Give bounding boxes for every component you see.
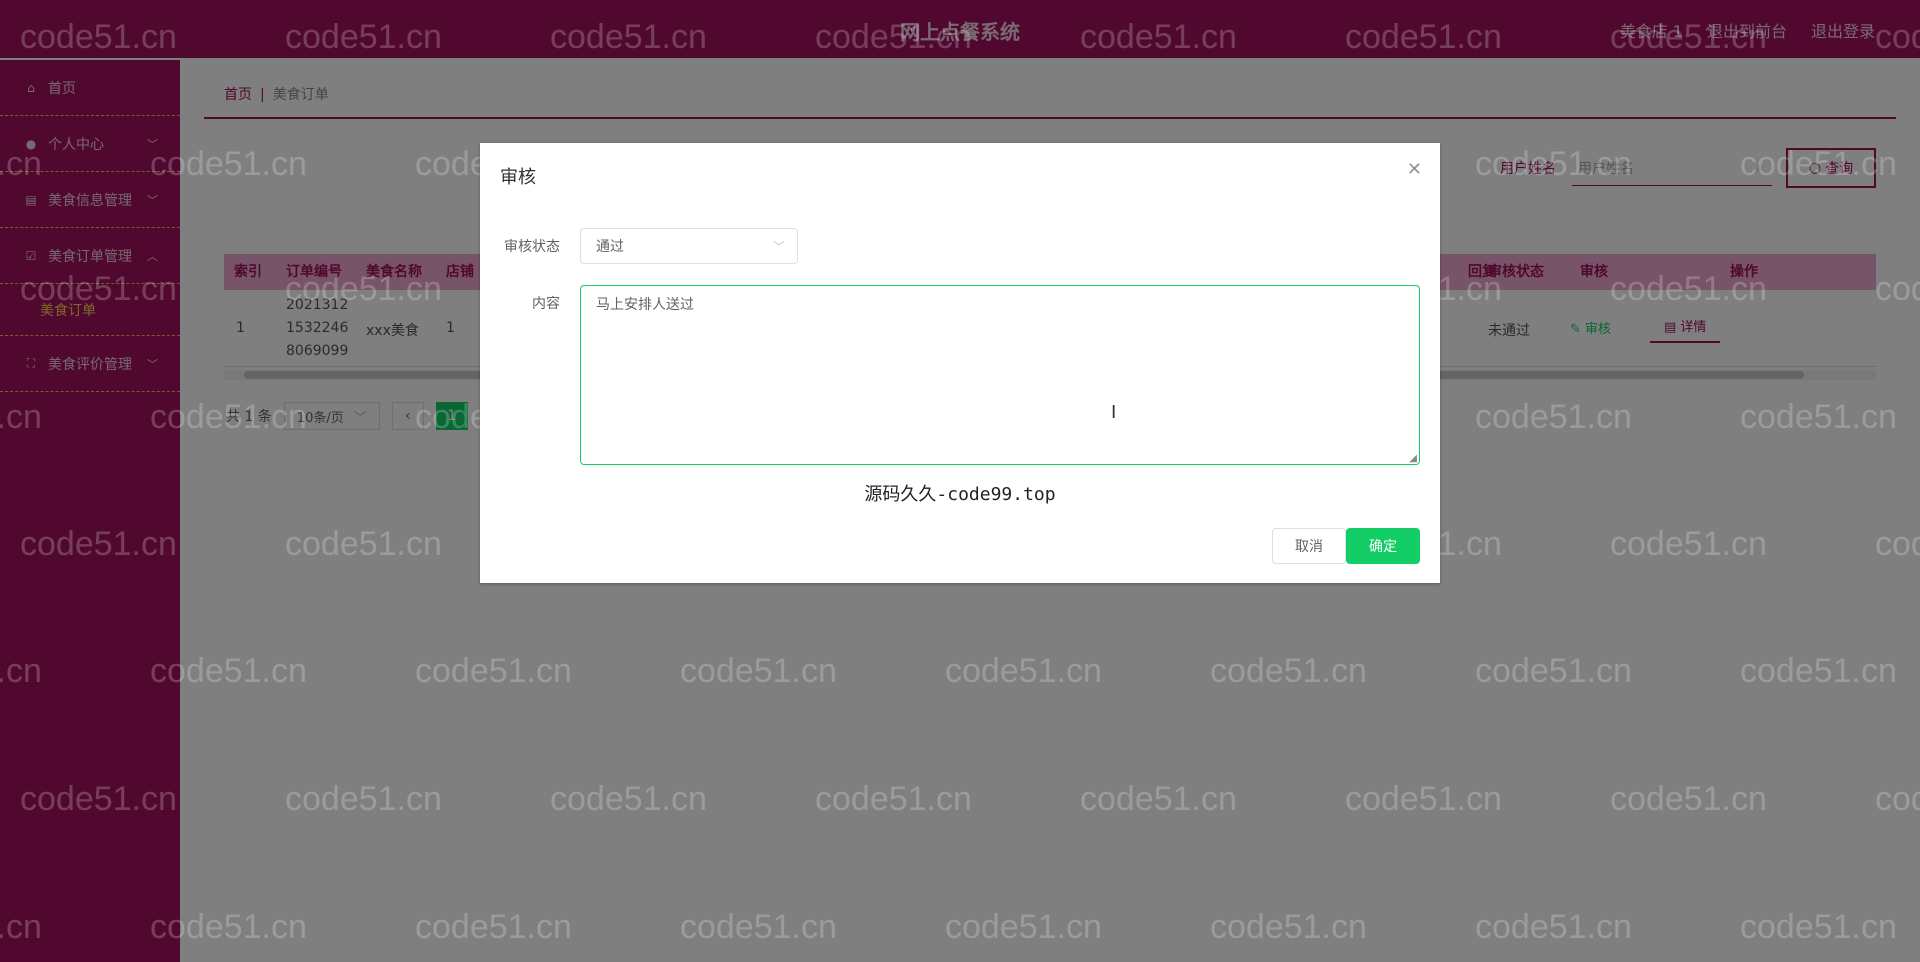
audit-status-value: 通过: [596, 239, 624, 255]
audit-dialog: 审核 ✕ 审核状态 通过 ﹀ 内容 马上安排人送过 ◢ 源码久久-code99.…: [480, 143, 1440, 583]
audit-status-label: 审核状态: [504, 239, 560, 255]
text-cursor-icon: I: [1111, 402, 1117, 423]
confirm-button[interactable]: 确定: [1346, 528, 1420, 564]
content-textarea[interactable]: 马上安排人送过 ◢: [580, 285, 1420, 465]
audit-status-select[interactable]: 通过 ﹀: [580, 228, 798, 264]
close-icon[interactable]: ✕: [1407, 159, 1422, 180]
source-text: 源码久久-code99.top: [864, 484, 1056, 505]
content-label: 内容: [532, 296, 560, 312]
chevron-down-icon: ﹀: [772, 239, 785, 254]
content-value: 马上安排人送过: [596, 297, 694, 313]
resize-handle-icon[interactable]: ◢: [1409, 453, 1417, 464]
dialog-title: 审核: [500, 167, 536, 188]
cancel-button[interactable]: 取消: [1272, 528, 1346, 564]
